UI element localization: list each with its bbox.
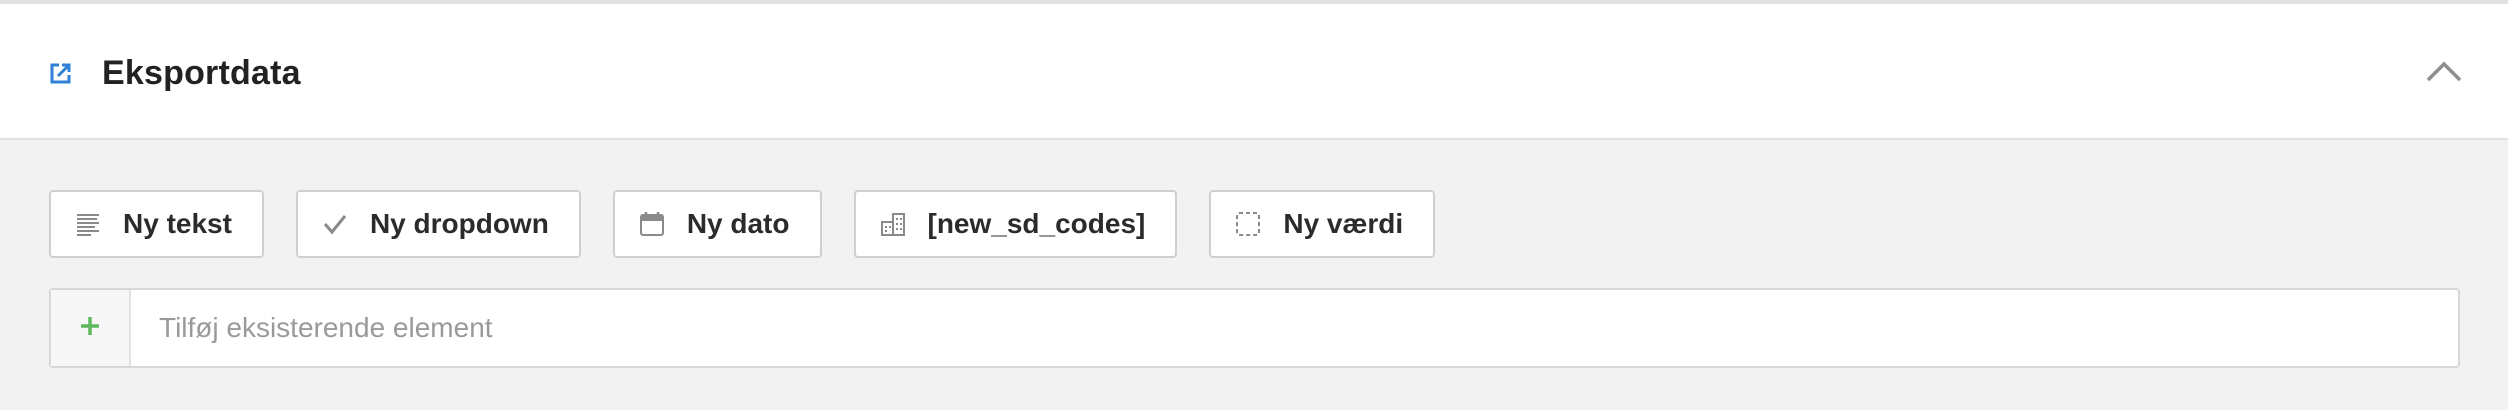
new-sd-codes-button[interactable]: [new_sd_codes] — [853, 190, 1178, 258]
new-value-button[interactable]: Ny værdi — [1209, 190, 1436, 258]
new-dropdown-button[interactable]: Ny dropdown — [295, 190, 581, 258]
checkmark-icon — [320, 209, 350, 239]
panel-title: Eksportdata — [102, 54, 301, 92]
export-icon — [48, 60, 74, 86]
new-date-button[interactable]: Ny dato — [612, 190, 822, 258]
add-existing-element-bar — [49, 288, 2460, 368]
add-existing-element-input[interactable] — [131, 290, 2458, 366]
text-lines-icon — [73, 209, 103, 239]
element-toolbar: Ny tekst Ny dropdown Ny dato [new_sd_cod… — [49, 190, 1436, 258]
chevron-up-icon[interactable] — [2424, 56, 2464, 86]
new-text-label: Ny tekst — [123, 208, 232, 239]
plus-icon — [79, 315, 101, 342]
calendar-icon — [637, 209, 667, 239]
new-date-label: Ny dato — [686, 208, 790, 239]
new-dropdown-label: Ny dropdown — [369, 208, 549, 239]
new-text-button[interactable]: Ny tekst — [49, 190, 264, 258]
new-value-label: Ny værdi — [1283, 208, 1404, 239]
new-sd-codes-label: [new_sd_codes] — [927, 208, 1146, 239]
dashed-square-icon — [1233, 209, 1263, 239]
building-icon — [878, 209, 908, 239]
panel-header: Eksportdata — [0, 0, 2508, 140]
add-element-button[interactable] — [51, 290, 131, 366]
